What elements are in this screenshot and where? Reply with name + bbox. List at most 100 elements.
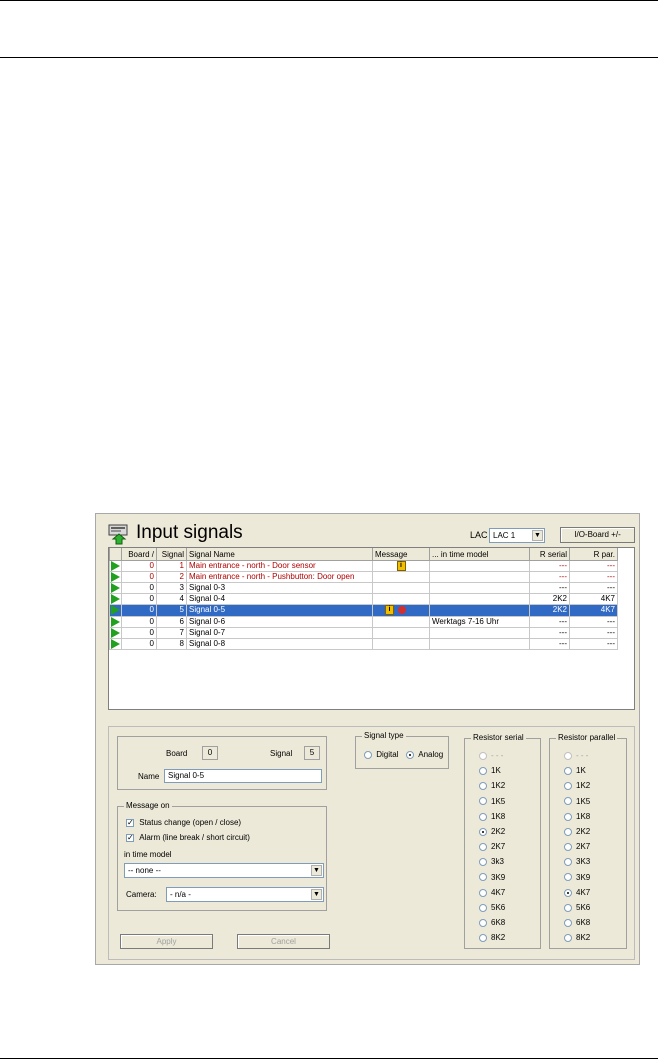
analog-radio[interactable] bbox=[406, 750, 414, 759]
resistor-parallel-group: Resistor parallel - - - 1K 1K2 1K5 1K8 2K2 2K7… bbox=[549, 733, 627, 949]
resistor-serial-label: 1K2 bbox=[491, 781, 506, 791]
status-change-checkbox[interactable]: ✓ bbox=[126, 818, 134, 827]
table-row[interactable]: 0 1 Main entrance - north - Door sensor i --… bbox=[109, 559, 618, 573]
resistor-serial-option[interactable]: 5K6 bbox=[479, 903, 505, 912]
resistor-parallel-radio[interactable] bbox=[564, 858, 572, 867]
resistor-serial-option[interactable]: 1K2 bbox=[479, 781, 505, 790]
col-header[interactable]: R par. bbox=[569, 548, 618, 561]
digital-option[interactable]: Digital bbox=[364, 750, 398, 759]
resistor-serial-radio[interactable] bbox=[479, 843, 487, 852]
resistor-serial-radio[interactable] bbox=[479, 919, 487, 928]
resistor-parallel-radio[interactable] bbox=[564, 934, 572, 943]
resistor-serial-label: 8K2 bbox=[491, 933, 506, 943]
chevron-down-icon[interactable]: ▼ bbox=[532, 530, 543, 541]
resistor-parallel-label: 8K2 bbox=[576, 933, 591, 943]
alarm-checkbox[interactable]: ✓ bbox=[126, 833, 134, 842]
resistor-serial-radio[interactable] bbox=[479, 812, 487, 821]
col-header[interactable]: Signal bbox=[156, 548, 187, 561]
resistor-parallel-option[interactable]: 1K5 bbox=[564, 797, 590, 806]
status-change-option[interactable]: ✓ Status change (open / close) bbox=[126, 818, 241, 827]
resistor-parallel-option[interactable]: 2K2 bbox=[564, 827, 590, 836]
table-row[interactable]: 0 5 Signal 0-5 i 2K2 4K7 bbox=[109, 604, 618, 617]
chevron-down-icon[interactable]: ▼ bbox=[311, 865, 322, 876]
camera-select[interactable]: - n/a - ▼ bbox=[166, 887, 324, 902]
resistor-parallel-option[interactable]: 6K8 bbox=[564, 918, 590, 927]
table-row[interactable]: 0 4 Signal 0-4 2K2 4K7 bbox=[109, 593, 618, 606]
resistor-serial-option[interactable]: 6K8 bbox=[479, 918, 505, 927]
resistor-serial-radio[interactable] bbox=[479, 782, 487, 791]
resistor-parallel-option[interactable]: 4K7 bbox=[564, 888, 590, 897]
table-row[interactable]: 0 2 Main entrance - north - Pushbutton: Do… bbox=[109, 571, 618, 584]
cell-r-par: 4K7 bbox=[569, 604, 618, 617]
table-row[interactable]: 0 6 Signal 0-6 Werktags 7-16 Uhr --- --- bbox=[109, 615, 618, 628]
resistor-parallel-option[interactable]: 8K2 bbox=[564, 933, 590, 942]
chevron-down-icon[interactable]: ▼ bbox=[311, 889, 322, 900]
resistor-serial-option[interactable]: 2K7 bbox=[479, 842, 505, 851]
resistor-serial-radio[interactable] bbox=[479, 751, 487, 760]
analog-option[interactable]: Analog bbox=[406, 750, 443, 759]
resistor-parallel-radio[interactable] bbox=[564, 827, 572, 836]
cell-signal: 2 bbox=[156, 571, 187, 584]
resistor-serial-option[interactable]: 1K5 bbox=[479, 797, 505, 806]
resistor-serial-radio[interactable] bbox=[479, 903, 487, 912]
resistor-serial-option[interactable]: - - - bbox=[479, 751, 503, 760]
resistor-serial-radio[interactable] bbox=[479, 797, 487, 806]
lac-select[interactable]: LAC 1 ▼ bbox=[489, 528, 545, 543]
resistor-serial-option[interactable]: 1K8 bbox=[479, 812, 505, 821]
resistor-serial-option[interactable]: 3K9 bbox=[479, 873, 505, 882]
col-header[interactable]: Board / bbox=[121, 548, 157, 561]
resistor-parallel-radio[interactable] bbox=[564, 873, 572, 882]
resistor-serial-option[interactable]: 3k3 bbox=[479, 857, 504, 866]
col-header[interactable]: Message bbox=[372, 548, 430, 561]
table-row[interactable]: 0 8 Signal 0-8 --- --- bbox=[109, 637, 618, 650]
resistor-serial-radio[interactable] bbox=[479, 827, 487, 836]
cell-signal-name: Signal 0-6 bbox=[186, 615, 373, 628]
resistor-parallel-option[interactable]: - - - bbox=[564, 751, 588, 760]
resistor-serial-radio[interactable] bbox=[479, 858, 487, 867]
apply-button[interactable]: Apply bbox=[120, 934, 213, 949]
resistor-parallel-radio[interactable] bbox=[564, 888, 572, 897]
resistor-serial-radio[interactable] bbox=[479, 767, 487, 776]
resistor-parallel-radio[interactable] bbox=[564, 751, 572, 760]
cell-r-par: --- bbox=[569, 615, 618, 628]
resistor-parallel-radio[interactable] bbox=[564, 812, 572, 821]
resistor-parallel-option[interactable]: 1K bbox=[564, 766, 586, 775]
table-row[interactable]: 0 3 Signal 0-3 --- --- bbox=[109, 582, 618, 595]
row-arrow-icon bbox=[111, 639, 120, 649]
resistor-parallel-option[interactable]: 2K7 bbox=[564, 842, 590, 851]
col-header[interactable]: ... in time model bbox=[429, 548, 530, 561]
resistor-parallel-option[interactable]: 1K2 bbox=[564, 781, 590, 790]
resistor-serial-option[interactable]: 8K2 bbox=[479, 933, 505, 942]
resistor-parallel-radio[interactable] bbox=[564, 767, 572, 776]
resistor-serial-radio[interactable] bbox=[479, 888, 487, 897]
resistor-serial-radio[interactable] bbox=[479, 873, 487, 882]
resistor-parallel-option[interactable]: 3K3 bbox=[564, 857, 590, 866]
io-board-button[interactable]: I/O-Board +/- bbox=[560, 527, 635, 543]
cell-r-par: 4K7 bbox=[569, 593, 618, 606]
time-model-select[interactable]: -- none -- ▼ bbox=[124, 863, 324, 878]
resistor-parallel-radio[interactable] bbox=[564, 903, 572, 912]
digital-radio[interactable] bbox=[364, 750, 372, 759]
resistor-parallel-option[interactable]: 3K9 bbox=[564, 873, 590, 882]
col-header[interactable]: Signal Name bbox=[186, 548, 373, 561]
resistor-serial-option[interactable]: 1K bbox=[479, 766, 501, 775]
resistor-parallel-label: - - - bbox=[576, 751, 589, 760]
resistor-parallel-label: 1K bbox=[576, 766, 586, 776]
resistor-parallel-option[interactable]: 5K6 bbox=[564, 903, 590, 912]
cell-r-serial: --- bbox=[529, 626, 570, 639]
resistor-parallel-option[interactable]: 1K8 bbox=[564, 812, 590, 821]
alarm-option[interactable]: ✓ Alarm (line break / short circuit) bbox=[126, 833, 250, 842]
resistor-serial-option[interactable]: 4K7 bbox=[479, 888, 505, 897]
cancel-button[interactable]: Cancel bbox=[237, 934, 330, 949]
col-header[interactable]: R serial bbox=[529, 548, 570, 561]
resistor-serial-radio[interactable] bbox=[479, 934, 487, 943]
table-row[interactable]: 0 7 Signal 0-7 --- --- bbox=[109, 626, 618, 639]
header-rule bbox=[0, 57, 658, 58]
resistor-parallel-radio[interactable] bbox=[564, 843, 572, 852]
resistor-parallel-radio[interactable] bbox=[564, 797, 572, 806]
cell-signal: 1 bbox=[156, 559, 187, 573]
name-field[interactable]: Signal 0-5 bbox=[164, 769, 322, 783]
resistor-parallel-radio[interactable] bbox=[564, 919, 572, 928]
resistor-serial-option[interactable]: 2K2 bbox=[479, 827, 505, 836]
resistor-parallel-radio[interactable] bbox=[564, 782, 572, 791]
